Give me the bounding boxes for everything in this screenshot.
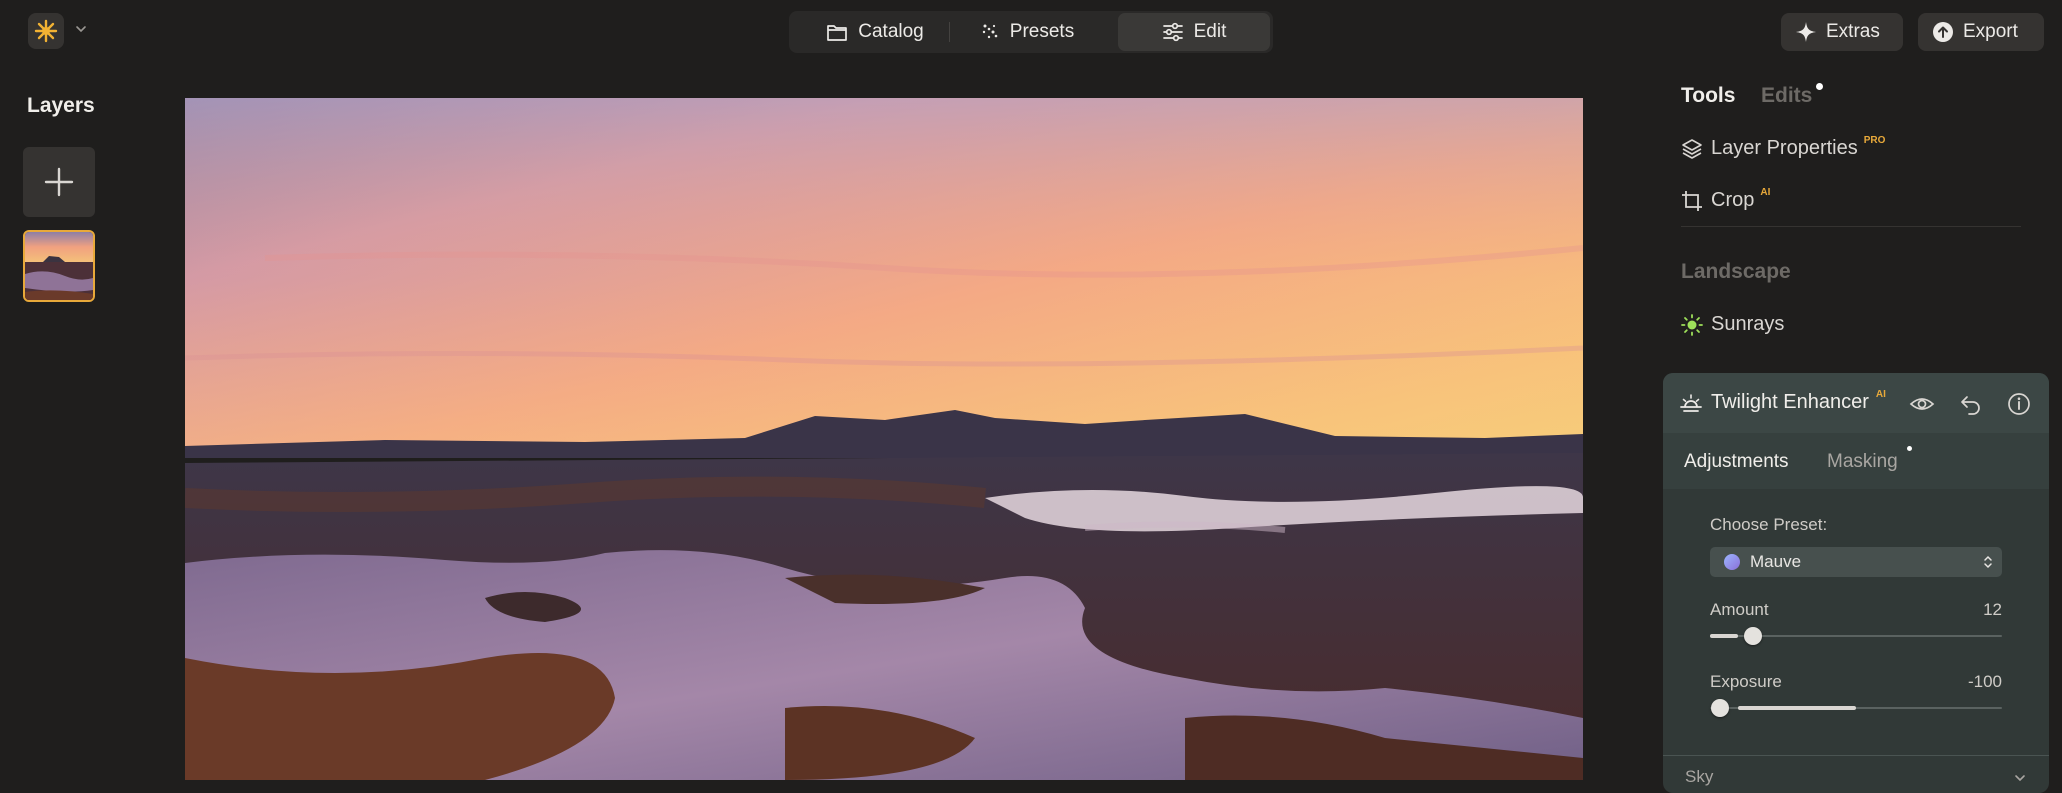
tool-sunrays-label: Sunrays	[1711, 313, 1785, 335]
sparkle-icon	[1796, 22, 1816, 42]
card-divider	[1663, 755, 2049, 756]
app-logo-button[interactable]	[28, 13, 64, 49]
amount-knob[interactable]	[1744, 627, 1762, 645]
twilight-enhancer-card: Twilight Enhancer AI Adjustments Masking…	[1663, 373, 2049, 793]
tab-edits[interactable]: Edits	[1761, 84, 1812, 108]
folder-icon	[827, 25, 848, 41]
tab-edit[interactable]: Edit	[1118, 13, 1270, 51]
exposure-label: Exposure	[1710, 672, 1782, 691]
tab-catalog[interactable]: Catalog	[805, 13, 945, 51]
tab-tools[interactable]: Tools	[1681, 84, 1735, 108]
masking-indicator-dot	[1907, 446, 1912, 451]
exposure-value: -100	[1967, 672, 2002, 691]
sun-logo-icon	[34, 19, 58, 43]
amount-value: 12	[1983, 600, 2002, 619]
tab-edit-label: Edit	[1193, 21, 1227, 42]
photo-canvas[interactable]	[185, 98, 1583, 780]
tool-crop[interactable]: Crop AI	[1681, 187, 1771, 212]
preset-label: Choose Preset:	[1710, 515, 1828, 534]
extras-button[interactable]: Extras	[1781, 13, 1903, 51]
amount-fill	[1710, 634, 1738, 638]
layers-title: Layers	[27, 94, 95, 117]
tab-presets[interactable]: Presets	[957, 13, 1097, 51]
sunset-icon	[1680, 393, 1702, 412]
sliders-icon	[1162, 22, 1183, 42]
card-header: Twilight Enhancer AI	[1663, 373, 2049, 433]
info-icon[interactable]	[2006, 391, 2032, 417]
layers-icon	[1682, 138, 1702, 159]
card-title[interactable]: Twilight Enhancer AI	[1680, 389, 1886, 414]
sky-section-label[interactable]: Sky	[1685, 767, 1713, 787]
main-nav: Catalog Presets Edit	[789, 11, 1273, 53]
eye-icon[interactable]	[1909, 391, 1935, 417]
layer-thumbnail-image	[25, 232, 93, 300]
card-title-label: Twilight Enhancer	[1711, 391, 1869, 413]
plus-icon	[44, 167, 74, 197]
tab-masking[interactable]: Masking	[1827, 451, 1898, 473]
tool-sunrays[interactable]: Sunrays	[1681, 313, 1784, 336]
exposure-fill	[1738, 706, 1856, 710]
chevron-down-icon[interactable]	[74, 22, 88, 36]
undo-icon[interactable]	[1958, 391, 1984, 417]
tab-adjustments[interactable]: Adjustments	[1684, 451, 1789, 473]
card-ai-badge: AI	[1875, 389, 1886, 400]
sun-icon	[1681, 313, 1703, 336]
chevron-updown-icon	[1984, 555, 1992, 569]
tool-crop-label: Crop	[1711, 189, 1755, 211]
extras-label: Extras	[1826, 21, 1880, 42]
preset-value: Mauve	[1750, 552, 1802, 571]
crop-icon	[1682, 190, 1702, 211]
section-landscape: Landscape	[1681, 260, 1791, 283]
add-layer-button[interactable]	[23, 147, 95, 217]
tab-catalog-label: Catalog	[858, 21, 924, 42]
exposure-slider[interactable]	[1710, 698, 2002, 718]
preset-select[interactable]: Mauve	[1710, 547, 2002, 577]
pro-badge: PRO	[1863, 135, 1886, 146]
sparkle-dots-icon	[982, 24, 998, 39]
exposure-knob[interactable]	[1711, 699, 1729, 717]
amount-slider[interactable]	[1710, 626, 2002, 646]
tool-layer-properties[interactable]: Layer Properties PRO	[1681, 135, 1886, 160]
nav-divider	[949, 22, 950, 42]
edits-indicator-dot	[1816, 83, 1823, 90]
layer-thumbnail[interactable]	[23, 230, 95, 302]
chevron-down-icon[interactable]	[2013, 771, 2027, 785]
export-label: Export	[1963, 21, 2018, 42]
panel-divider	[1681, 226, 2021, 227]
tool-layer-properties-label: Layer Properties	[1711, 137, 1858, 159]
amount-label: Amount	[1710, 600, 1769, 619]
card-subtabs: Adjustments Masking	[1663, 433, 2049, 489]
export-button[interactable]: Export	[1918, 13, 2044, 51]
landscape-photo	[185, 98, 1583, 780]
ai-badge: AI	[1760, 187, 1771, 198]
upload-icon	[1933, 22, 1953, 42]
preset-color-swatch	[1724, 554, 1740, 570]
tab-presets-label: Presets	[1009, 21, 1075, 42]
